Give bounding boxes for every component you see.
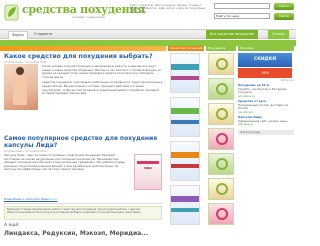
ad-url[interactable]: pohudenie.ru [238,95,294,99]
ad-block[interactable]: Капсулы Лида Официальный сайт, низкие це… [238,115,294,127]
package-thumb[interactable] [208,178,234,200]
main-nav: Форум О проекте Все средства похудения С… [0,29,296,39]
main-content: Какое средство для похудения выбрать? Оп… [4,53,164,110]
article-paragraph: Средства похудения, получившие наибольшу… [42,80,163,96]
nav-item-articles[interactable]: Статьи [268,30,289,39]
header: средства похудения (отзывы, сравнения) С… [0,0,296,28]
divider [4,203,162,204]
ad-url[interactable]: ves-doloy.ru [238,111,294,115]
nav-item-forum[interactable]: Форум [8,31,28,39]
ad-text: Узнайте, как быстро и без вреда похудеть [238,86,287,94]
article-paragraph: Когда человек получает большую и неожида… [42,64,162,79]
col4-heading: Реклама [238,46,294,51]
sale-banner-sub[interactable]: -50% [238,68,292,78]
orange-section-bar [0,46,166,51]
package-thumb[interactable] [208,53,234,75]
notice-box: Внимание! Перед применением любого средс… [4,206,162,220]
also-list[interactable]: Линдакса, Редуксин, Мэкоэп, Меридиа... [4,230,148,237]
package-thumb[interactable] [208,103,234,125]
search-row: Найти [214,3,294,10]
search-button[interactable]: Найти [274,3,294,10]
logo-subtitle: (отзывы, сравнения) [72,15,105,19]
ad-text: Натуральный состав, доставка по России [238,102,289,110]
package-thumb[interactable] [208,128,234,150]
search-input[interactable] [214,3,270,9]
filter-row: Найти по цене Найти [214,13,294,20]
article2-text: Капсулы Лида - одно из самых популярных … [4,153,125,172]
package-thumb[interactable] [208,153,234,175]
adchoices-label[interactable]: AdChoices [238,79,294,82]
nav-item-about[interactable]: О проекте [34,32,52,36]
package-thumb[interactable] [208,203,234,225]
col2-heading: Средства похудения [168,46,204,51]
product-card[interactable] [170,141,200,181]
article2-title[interactable]: Самое популярное средство для похудения … [4,135,164,149]
sale-banner[interactable]: СКИДКИ [238,53,292,67]
ad-block[interactable]: Средство от веса Натуральный состав, дос… [238,99,294,115]
person-head [16,67,24,75]
article-image [4,64,38,110]
article-text: Когда человек получает большую и неожида… [42,64,164,96]
package-thumb[interactable] [208,78,234,100]
product-card[interactable] [170,53,200,93]
nav-item-all-products[interactable]: Все средства похудения [206,30,258,39]
ad-block[interactable]: Похудение на 10 кг Узнайте, как быстро и… [238,83,294,99]
packages-column [206,53,236,228]
product-label: ЛИДА [143,167,153,170]
ad-url[interactable]: lida-caps.ru [238,123,294,127]
article-title[interactable]: Какое средство для похудения выбрать? [4,53,164,60]
product-card[interactable] [170,97,200,137]
product-stripe [137,161,159,164]
google-ads-label[interactable]: Ads by Google [238,129,294,135]
products-column [168,53,202,229]
ads-column: СКИДКИ -50% AdChoices Похудение на 10 кг… [238,53,294,135]
also-heading: А ещё: [4,223,20,228]
notice-text-2: Обратите внимание! Биологически активные… [7,211,142,215]
product-image[interactable]: ЛИДА [134,154,162,190]
product-card[interactable] [170,185,200,225]
person-body [13,75,27,105]
col3-heading: Похудения [206,46,236,51]
leaf-logo-icon [4,4,19,21]
header-description: Сайт о средствах для похудения: обзоры, … [130,4,206,14]
filter-button[interactable]: Найти [274,13,294,20]
price-select[interactable]: Найти по цене [214,13,270,19]
read-more-link[interactable]: Подробнее о капсулах Лида >>> [4,197,57,201]
